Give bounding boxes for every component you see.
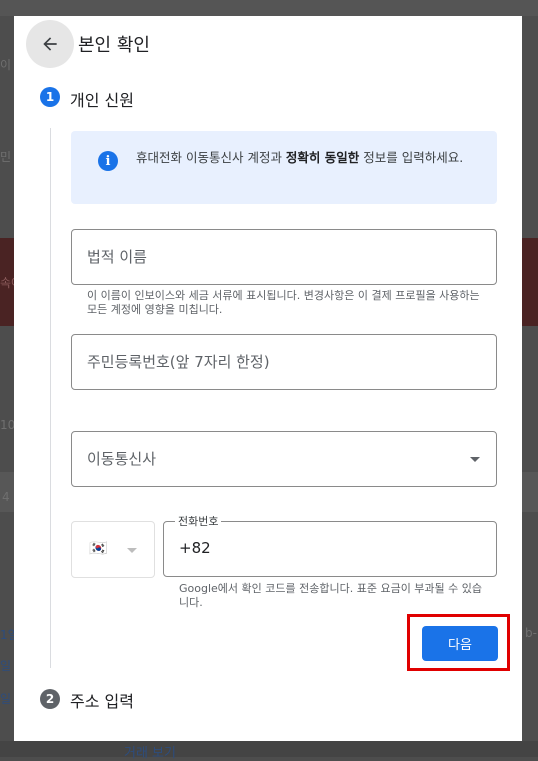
resident-number-field[interactable]: 주민등록번호(앞 7자리 한정) bbox=[71, 334, 497, 390]
bg-text-fragment: 10 bbox=[0, 418, 16, 432]
phone-number-field[interactable]: +82 bbox=[163, 521, 497, 577]
resident-number-placeholder: 주민등록번호(앞 7자리 한정) bbox=[87, 353, 270, 371]
country-code-select[interactable]: 🇰🇷 bbox=[71, 521, 155, 578]
bg-bottom-bar bbox=[0, 741, 538, 757]
back-button[interactable] bbox=[26, 20, 74, 68]
step-1-badge: 1 bbox=[40, 87, 60, 107]
bg-text-fragment: 일 bbox=[0, 692, 12, 706]
info-text-emphasis: 정확히 동일한 bbox=[285, 150, 360, 165]
phone-number-label: 전화번호 bbox=[175, 513, 222, 529]
step-1-label: 개인 신원 bbox=[70, 91, 134, 110]
step-2-label: 주소 입력 bbox=[70, 692, 134, 711]
legal-name-field[interactable]: 법적 이름 bbox=[71, 229, 497, 285]
dropdown-arrow-icon bbox=[127, 548, 137, 553]
bg-link-view-transactions: 거래 보기 bbox=[124, 746, 176, 761]
dropdown-arrow-icon bbox=[470, 457, 480, 462]
bg-text-fragment: 일 bbox=[0, 659, 12, 673]
phone-number-value: +82 bbox=[179, 539, 211, 557]
annotation-highlight-box bbox=[407, 614, 510, 671]
bg-text-fragment: 이 bbox=[0, 58, 12, 72]
korea-flag-icon: 🇰🇷 bbox=[89, 539, 108, 557]
dialog-title: 본인 확인 bbox=[78, 35, 150, 56]
bg-top-bar bbox=[0, 0, 538, 16]
arrow-back-icon bbox=[43, 37, 57, 51]
bg-text-fragment: 민 bbox=[0, 150, 12, 164]
legal-name-hint: 이 이름이 인보이스와 세금 서류에 표시됩니다. 변경사항은 이 결제 프로필… bbox=[87, 289, 480, 316]
legal-name-placeholder: 법적 이름 bbox=[87, 248, 147, 266]
bg-text-fragment: 4 bbox=[2, 490, 10, 504]
phone-number-hint: Google에서 확인 코드를 전송합니다. 표준 요금이 부과될 수 있습니다… bbox=[179, 582, 483, 609]
info-icon: i bbox=[98, 151, 118, 171]
info-text: 휴대전화 이동통신사 계정과 정확히 동일한 정보를 입력하세요. bbox=[136, 150, 464, 165]
bg-text-fragment: b- bbox=[525, 626, 537, 640]
carrier-placeholder: 이동통신사 bbox=[87, 450, 157, 468]
step-2-badge: 2 bbox=[40, 689, 60, 709]
carrier-select[interactable]: 이동통신사 bbox=[71, 431, 497, 487]
step-connector-line bbox=[50, 128, 51, 668]
info-notice: i 휴대전화 이동통신사 계정과 정확히 동일한 정보를 입력하세요. bbox=[71, 131, 497, 204]
